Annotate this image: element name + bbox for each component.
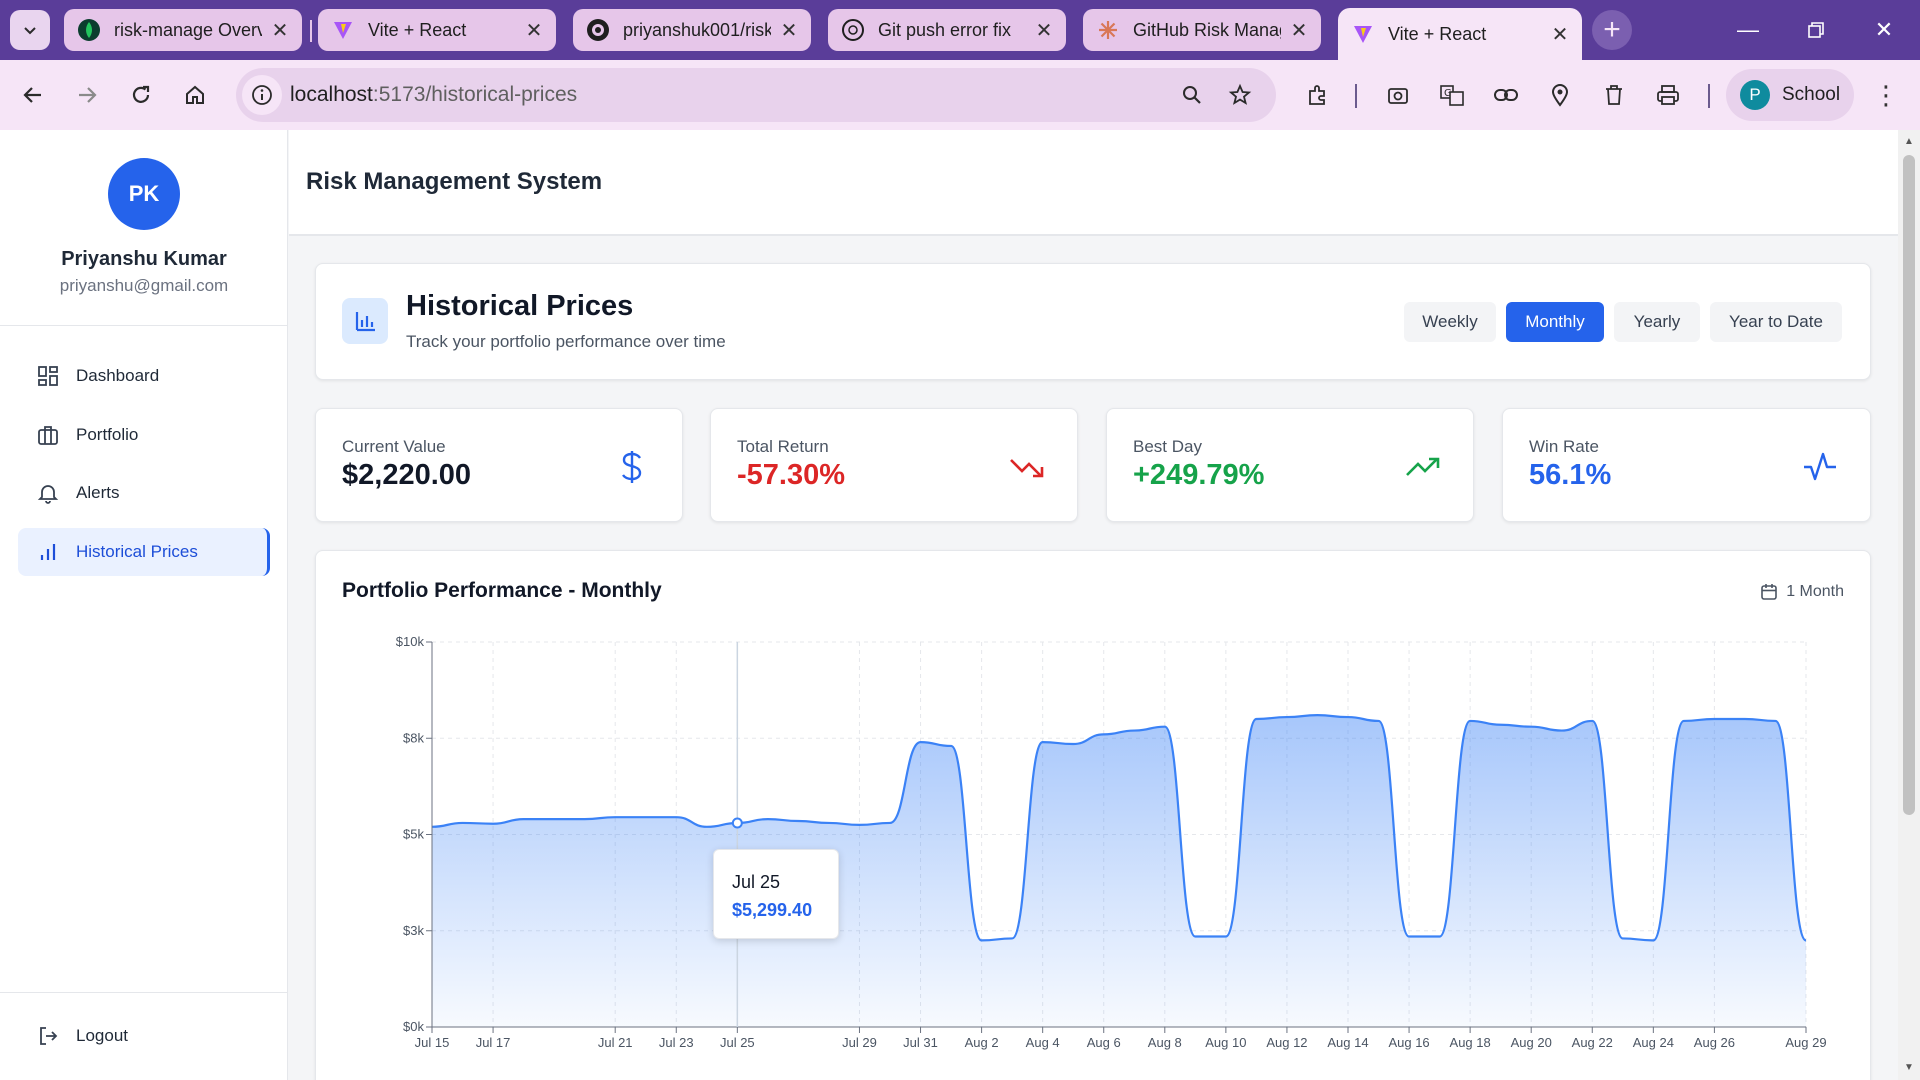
x-tick-label: Jul 17 [476,1035,511,1050]
x-tick-label: Jul 21 [598,1035,633,1050]
portfolio-performance-chart: $0k $3k $5k $8k $10k Jul 15 Jul 17 Jul 21 Jul 23… [396,634,1827,1050]
active-data-point [731,817,743,829]
x-tick-label: Aug 12 [1266,1035,1307,1050]
x-tick-label: Aug 20 [1511,1035,1552,1050]
x-tick-label: Jul 15 [415,1035,450,1050]
y-tick-label: $5k [403,827,424,842]
x-tick-label: Jul 25 [720,1035,755,1050]
y-tick-label: $0k [403,1019,424,1034]
series-area-fill [432,715,1806,1027]
tooltip-date: Jul 25 [732,872,781,892]
x-tick-label: Aug 16 [1388,1035,1429,1050]
x-tick-label: Aug 2 [965,1035,999,1050]
x-tick-label: Aug 29 [1785,1035,1826,1050]
x-tick-label: Aug 14 [1327,1035,1368,1050]
chart-tooltip: Jul 25 $5,299.40 [713,849,839,939]
page-scrollbar-thumb[interactable] [1903,155,1915,815]
y-tick-label: $10k [396,634,425,649]
x-tick-label: Aug 22 [1572,1035,1613,1050]
x-tick-label: Aug 8 [1148,1035,1182,1050]
tooltip-value: $5,299.40 [732,900,813,920]
x-tick-label: Aug 26 [1694,1035,1735,1050]
x-tick-label: Aug 24 [1633,1035,1674,1050]
scroll-down-icon[interactable]: ▼ [1903,1062,1915,1074]
x-tick-label: Aug 6 [1087,1035,1121,1050]
x-tick-label: Aug 18 [1450,1035,1491,1050]
x-tick-label: Aug 4 [1026,1035,1060,1050]
x-tick-label: Jul 31 [903,1035,938,1050]
x-tick-label: Aug 10 [1205,1035,1246,1050]
x-tick-label: Jul 29 [842,1035,877,1050]
x-tick-label: Jul 23 [659,1035,694,1050]
y-tick-label: $3k [403,923,424,938]
y-tick-label: $8k [403,730,424,745]
scroll-up-icon[interactable]: ▲ [1903,136,1915,148]
